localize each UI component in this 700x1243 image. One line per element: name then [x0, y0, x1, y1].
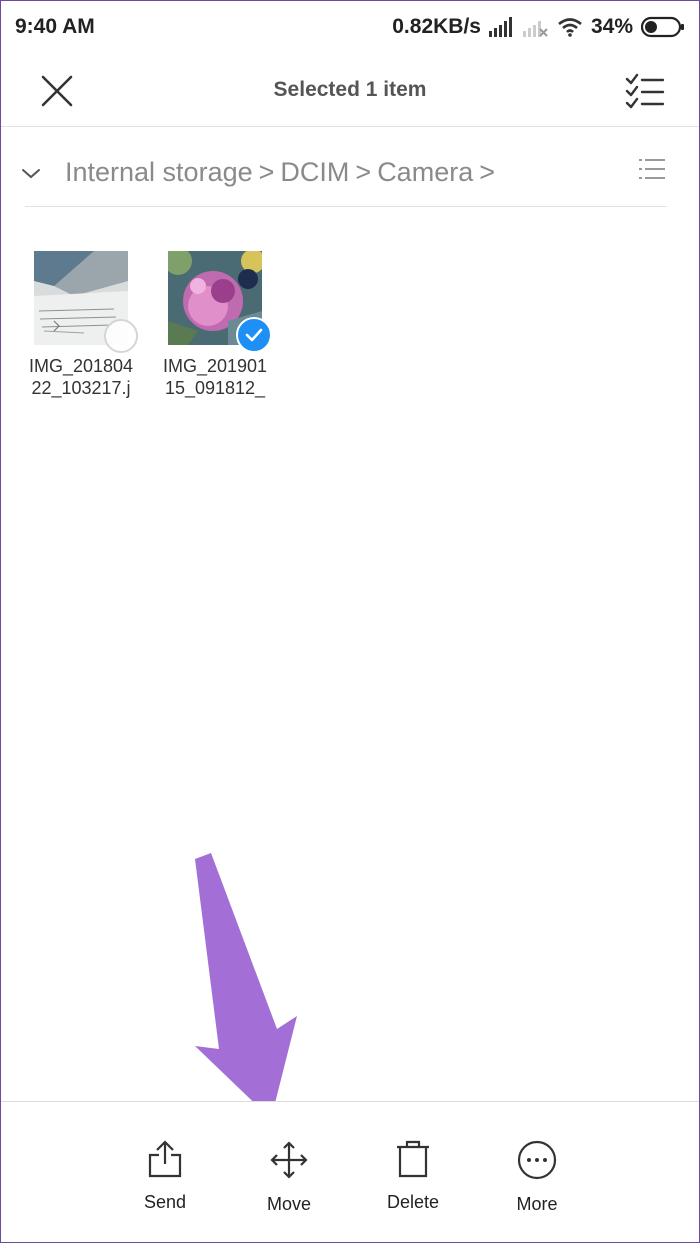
status-bar: 9:40 AM 0.82KB/s 34%: [1, 1, 699, 53]
move-button[interactable]: Move: [244, 1140, 334, 1215]
file-name: IMG_201901 15_091812_: [159, 355, 271, 399]
file-grid: IMG_201804 22_103217.j IMG_201901 15_091…: [25, 247, 272, 399]
status-icons: 0.82KB/s 34%: [392, 15, 685, 39]
selection-title: Selected 1 item: [273, 77, 427, 101]
selection-toolbar: Selected 1 item: [1, 53, 699, 127]
breadcrumb-separator: >: [355, 157, 372, 187]
annotation-arrow: [195, 853, 297, 1119]
move-label: Move: [266, 1194, 311, 1214]
battery-icon: [641, 16, 684, 38]
breadcrumb: Internal storage > DCIM > Camera >: [22, 139, 667, 207]
delete-button[interactable]: Delete: [368, 1140, 458, 1213]
check-icon: [245, 328, 263, 342]
signal-icon: [488, 17, 512, 37]
breadcrumb-path: Internal storage > DCIM > Camera >: [65, 157, 501, 188]
breadcrumb-separator: >: [258, 157, 275, 187]
move-icon: [270, 1141, 308, 1179]
more-button[interactable]: More: [492, 1140, 582, 1215]
wifi-icon: [558, 18, 582, 37]
signal-off-icon: [522, 21, 548, 37]
selected-check-icon[interactable]: [236, 317, 272, 353]
file-name-line: 15_091812_: [164, 378, 266, 398]
send-label: Send: [143, 1192, 187, 1212]
list-view-icon[interactable]: [639, 157, 665, 181]
chevron-down-icon[interactable]: [21, 163, 41, 183]
selection-checkbox[interactable]: [104, 319, 138, 353]
more-icon: [517, 1140, 557, 1180]
select-all-icon[interactable]: [625, 71, 665, 111]
file-name: IMG_201804 22_103217.j: [25, 355, 137, 399]
breadcrumb-item-camera[interactable]: Camera: [377, 157, 473, 188]
file-name-line: IMG_201804: [28, 356, 134, 376]
close-icon[interactable]: [39, 73, 75, 109]
breadcrumb-item-internal-storage[interactable]: Internal storage: [65, 157, 253, 188]
breadcrumb-separator: >: [479, 157, 495, 187]
battery-percent: 34%: [590, 15, 633, 38]
file-tile[interactable]: IMG_201901 15_091812_: [159, 247, 272, 399]
trash-icon: [397, 1140, 429, 1178]
delete-label: Delete: [386, 1192, 440, 1212]
file-tile[interactable]: IMG_201804 22_103217.j: [25, 251, 138, 399]
share-icon: [148, 1140, 182, 1178]
file-thumbnail-wrap: [34, 251, 138, 353]
file-name-line: IMG_201901: [162, 356, 268, 376]
bottom-action-bar: Send Move Delete More: [1, 1101, 699, 1242]
more-label: More: [516, 1194, 558, 1214]
send-button[interactable]: Send: [120, 1140, 210, 1213]
file-name-line: 22_103217.j: [31, 378, 131, 398]
status-time: 9:40 AM: [15, 15, 95, 38]
file-thumbnail-wrap: [164, 247, 272, 353]
breadcrumb-item-dcim[interactable]: DCIM: [280, 157, 349, 188]
network-speed: 0.82KB/s: [392, 15, 481, 38]
